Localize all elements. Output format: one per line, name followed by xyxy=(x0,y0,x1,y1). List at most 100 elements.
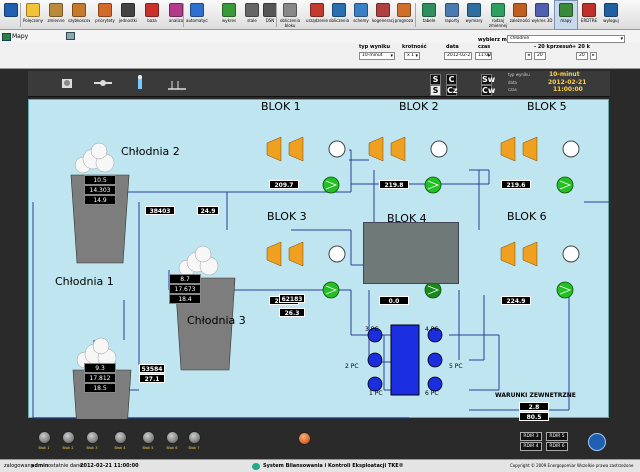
boiler-icon[interactable] xyxy=(62,79,72,88)
jednostki-icon xyxy=(121,3,135,17)
blok-6-unit[interactable] xyxy=(500,241,580,299)
blok-1-power-value: 209.7 xyxy=(269,180,299,189)
blok-1-label[interactable]: BLOK 1 xyxy=(261,100,301,113)
pipe-icon[interactable] xyxy=(94,80,112,86)
kogeneracja-icon xyxy=(376,3,390,17)
rdir-button-2[interactable]: RDIR 5 xyxy=(546,432,568,441)
toolbar-dsn-label: DSN xyxy=(265,18,275,23)
toolbar-priorytety-button[interactable]: priorytety xyxy=(94,1,116,29)
alarm-button[interactable] xyxy=(298,432,311,445)
station-pump-icon[interactable] xyxy=(367,352,383,368)
toolbar-jednostki-button[interactable]: jednostki xyxy=(117,1,139,29)
forward-button[interactable]: ▸ xyxy=(590,52,597,60)
indicator-box-5[interactable]: Sw xyxy=(481,74,495,85)
blok-4-label[interactable]: BLOK 3 xyxy=(267,210,307,223)
toolbar-erdtre-button[interactable]: ERDTRE xyxy=(578,1,600,29)
back-input[interactable]: 20 xyxy=(534,52,546,60)
erdtre-icon xyxy=(582,3,596,17)
bottom-nav-button-3[interactable] xyxy=(86,431,99,444)
toolbar-baza-button[interactable]: baza xyxy=(141,1,163,29)
toolbar-urzadzenie-label: urządzenie xyxy=(306,18,328,23)
toolbar-szybkoscowy-button[interactable]: szybkoscowy xyxy=(68,1,90,29)
toolbar-raporty-button[interactable]: raporty xyxy=(441,1,463,29)
blok-3-power-value: 219.6 xyxy=(501,180,531,189)
toolbar-automatyczne-button[interactable]: automatyczne xyxy=(186,1,208,29)
toolbar-schemy-label: schemy xyxy=(353,18,369,23)
toolbar-polaczony-button[interactable]: Polęczony xyxy=(22,1,44,29)
toolbar-rodzaj-zmiennej-button[interactable]: rodzaj zmiennej xyxy=(487,1,509,29)
cooling-tower-1-value-2: 14.303 xyxy=(84,185,116,195)
back-label: - 20 k xyxy=(534,44,550,50)
toolbar-obliczenia-label: obliczenia xyxy=(328,18,350,23)
time-select[interactable]: 11:00 xyxy=(475,52,492,60)
bottom-nav-button-2[interactable] xyxy=(62,431,75,444)
toolbar-mapy-button[interactable]: mapy xyxy=(554,0,578,30)
wymiary-icon xyxy=(467,3,481,17)
data-label: data xyxy=(446,44,459,50)
map-select[interactable]: chłodnie xyxy=(507,35,625,43)
bottom-nav-button-5[interactable] xyxy=(142,431,155,444)
flow-value-f: 27.1 xyxy=(139,374,165,383)
toolbar-zaleznosci-button[interactable]: zależności xyxy=(509,1,531,29)
toolbar-urzadzenie-button[interactable]: urządzenie xyxy=(306,1,328,29)
toolbar-prognoza-button[interactable]: prognoza xyxy=(393,1,415,29)
toolbar-logo-button[interactable] xyxy=(2,1,20,29)
date-input[interactable]: 2012-02-21 xyxy=(444,52,472,60)
blok-5-label[interactable]: BLOK 4 xyxy=(387,212,427,225)
toolbar-wyloguj-button[interactable]: wyloguj xyxy=(600,1,622,29)
rdir-button-4[interactable]: RDIR 6 xyxy=(546,442,568,451)
indicator-box-4[interactable]: Cz xyxy=(446,85,458,96)
toolbar-zmienne-button[interactable]: zmienne xyxy=(45,1,67,29)
polaczony-icon xyxy=(26,3,40,17)
cooling-tower-2-value-1: 8.7 xyxy=(169,274,201,284)
toolbar-obliczenia-button[interactable]: obliczenia xyxy=(328,1,350,29)
blok-4-selection[interactable] xyxy=(363,222,459,284)
bottom-nav-label-1: Blok 1 xyxy=(38,446,50,450)
toolbar-tabele-button[interactable]: tabele xyxy=(418,1,440,29)
station-pump-icon[interactable] xyxy=(367,376,383,392)
toolbar-kogeneracja-button[interactable]: kogeneracja xyxy=(372,1,394,29)
menu-title[interactable]: Mapy xyxy=(12,33,28,40)
blok-6-label[interactable]: BLOK 6 xyxy=(507,210,547,223)
bottom-nav-button-4[interactable] xyxy=(114,431,127,444)
scada-topbar: S S C Cz Sw Cw typ wyniku 10-minut data 2012-… xyxy=(28,71,610,97)
turbine-stage xyxy=(288,241,304,267)
toolbar-stale-label: stale xyxy=(247,18,257,23)
indicator-box-2[interactable]: S xyxy=(430,85,441,96)
station-pump-icon[interactable] xyxy=(427,376,443,392)
bottom-nav-label-6: Blok 6 xyxy=(166,446,178,450)
forward-input[interactable]: 20 xyxy=(576,52,588,60)
rdir-button-3[interactable]: RDIR 4 xyxy=(520,442,542,451)
krotnosc-select[interactable]: x 1 xyxy=(404,52,420,60)
toolbar-wykres-button[interactable]: wykres xyxy=(218,1,240,29)
blok-3-label[interactable]: BLOK 5 xyxy=(527,100,567,113)
toolbar-schemy-button[interactable]: schemy xyxy=(350,1,372,29)
pump-station-manifold[interactable] xyxy=(390,324,420,396)
back-button[interactable]: ◂ xyxy=(525,52,532,60)
print-icon[interactable] xyxy=(66,32,75,40)
cooling-tower-3-value-1: 9.3 xyxy=(84,363,116,373)
toolbar-obliczenia-bloku-button[interactable]: obliczenia bloku xyxy=(279,1,301,29)
bottom-nav-button-1[interactable] xyxy=(38,431,51,444)
toolbar-dsn-button[interactable]: DSN xyxy=(259,1,281,29)
indicator-box-6[interactable]: Cw xyxy=(481,85,495,96)
bottom-nav-label-2: Blok 2 xyxy=(62,446,74,450)
urzadzenie-icon xyxy=(310,3,324,17)
bottom-nav-button-6[interactable] xyxy=(166,431,179,444)
indicator-box-3[interactable]: C xyxy=(446,74,457,85)
blok-2-label[interactable]: BLOK 2 xyxy=(399,100,439,113)
toolbar-prognoza-label: prognoza xyxy=(394,18,414,23)
blok-6-power-value: 224.9 xyxy=(501,296,531,305)
turbine-stage xyxy=(288,136,304,162)
tower-icon[interactable] xyxy=(138,75,142,89)
indicator-box-1[interactable]: S xyxy=(430,74,441,85)
rdir-button-1[interactable]: RDIR 3 xyxy=(520,432,542,441)
typ-wyniku-select[interactable]: 10-minut xyxy=(359,52,395,60)
pump-label-5: 1 PC xyxy=(369,390,383,397)
station-pump-icon[interactable] xyxy=(427,352,443,368)
bottom-nav-button-7[interactable] xyxy=(188,431,201,444)
toolbar-wymiary-button[interactable]: wymiary xyxy=(463,1,485,29)
toolbar-wykres-3d-button[interactable]: wykres 3D xyxy=(531,1,553,29)
zaleznosci-icon xyxy=(513,3,527,17)
rack-icon[interactable] xyxy=(168,81,186,90)
